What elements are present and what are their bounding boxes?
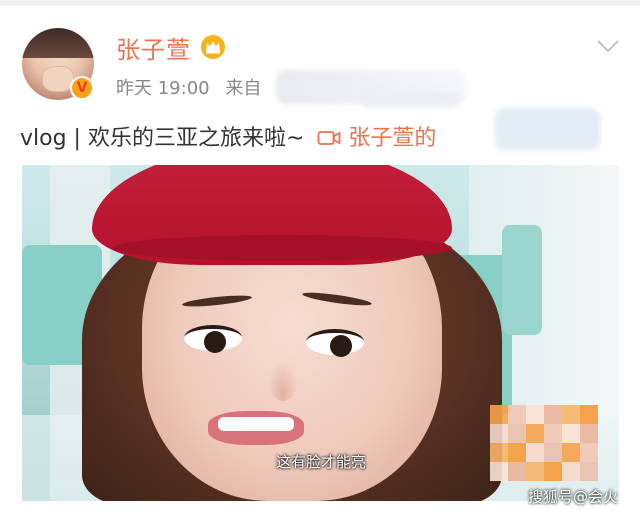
mosaic-cell [490, 424, 508, 443]
teeth [218, 417, 294, 431]
username-link[interactable]: 张子萱 [116, 30, 191, 65]
red-cap-brim [112, 235, 452, 261]
video-subtitle: 这有脸才能亮 [275, 453, 366, 471]
mosaic-cell [544, 424, 562, 443]
mosaic-cell [526, 443, 544, 462]
video-link[interactable]: 张子萱的 [348, 126, 436, 151]
post-text-main: vlog | 欢乐的三亚之旅来啦~ [20, 126, 305, 151]
verified-badge-icon: V [70, 76, 94, 100]
mosaic-cell [580, 462, 598, 481]
mosaic-cell [508, 443, 526, 462]
blurred-link-tail [495, 108, 600, 150]
background-seat [502, 225, 542, 335]
post-source-prefix: 来自 [225, 78, 262, 99]
post-timestamp[interactable]: 昨天 19:00 [116, 78, 210, 99]
top-divider [0, 0, 640, 6]
mosaic-cell [526, 462, 544, 481]
mosaic-cell [562, 443, 580, 462]
eye-right [306, 329, 364, 357]
mosaic-cell [562, 405, 580, 424]
video-camera-icon[interactable] [317, 129, 341, 147]
mosaic-cell [490, 405, 508, 424]
video-player[interactable]: 这有脸才能亮 [22, 165, 619, 501]
mosaic-cell [508, 462, 526, 481]
avatar-hair [22, 28, 94, 58]
mosaic-cell [544, 462, 562, 481]
crown-icon[interactable] [200, 34, 226, 60]
post-text: vlog | 欢乐的三亚之旅来啦~ 张子萱的 [20, 120, 436, 152]
mosaic-cell [580, 424, 598, 443]
mosaic-cell [580, 405, 598, 424]
nose [268, 361, 298, 401]
mosaic-cell [508, 405, 526, 424]
post-meta: 昨天 19:00 来自 [116, 74, 271, 100]
mosaic-cell [580, 443, 598, 462]
mosaic-watermark [490, 405, 598, 481]
mosaic-cell [544, 443, 562, 462]
eye-left [184, 325, 242, 353]
watermark: 搜狐号@会火 [528, 488, 619, 506]
mosaic-cell [544, 405, 562, 424]
blurred-source-tail [360, 90, 460, 108]
mosaic-cell [526, 424, 544, 443]
chevron-down-icon[interactable] [596, 38, 620, 54]
mosaic-cell [490, 462, 508, 481]
mosaic-cell [562, 424, 580, 443]
mosaic-cell [526, 405, 544, 424]
mosaic-cell [562, 462, 580, 481]
mosaic-cell [508, 424, 526, 443]
mosaic-cell [490, 443, 508, 462]
